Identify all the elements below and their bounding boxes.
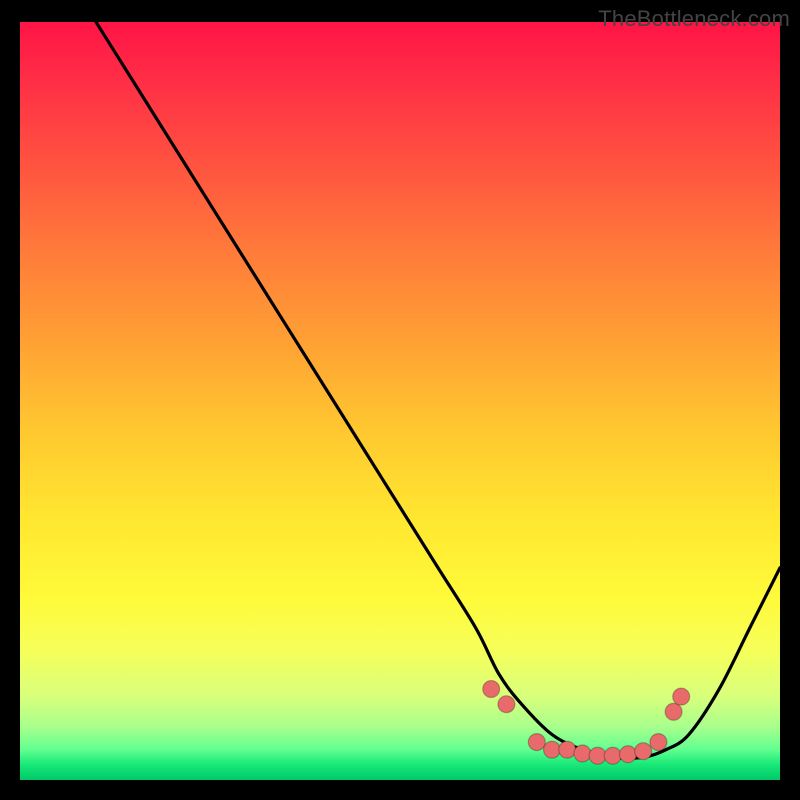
marker-dot [635,743,652,760]
marker-dot [559,741,576,758]
marker-dot [544,741,561,758]
marker-dot [483,681,500,698]
marker-dot [620,746,637,763]
marker-dot [665,703,682,720]
marker-dot [673,688,690,705]
watermark-text: TheBottleneck.com [598,6,790,32]
marker-dot [498,696,515,713]
plot-area [20,22,780,780]
marker-dot [574,745,591,762]
marker-dot [589,747,606,764]
bottleneck-curve [96,22,780,758]
marker-dot [528,734,545,751]
chart-svg [20,22,780,780]
marker-dot [650,734,667,751]
marker-dot [604,747,621,764]
